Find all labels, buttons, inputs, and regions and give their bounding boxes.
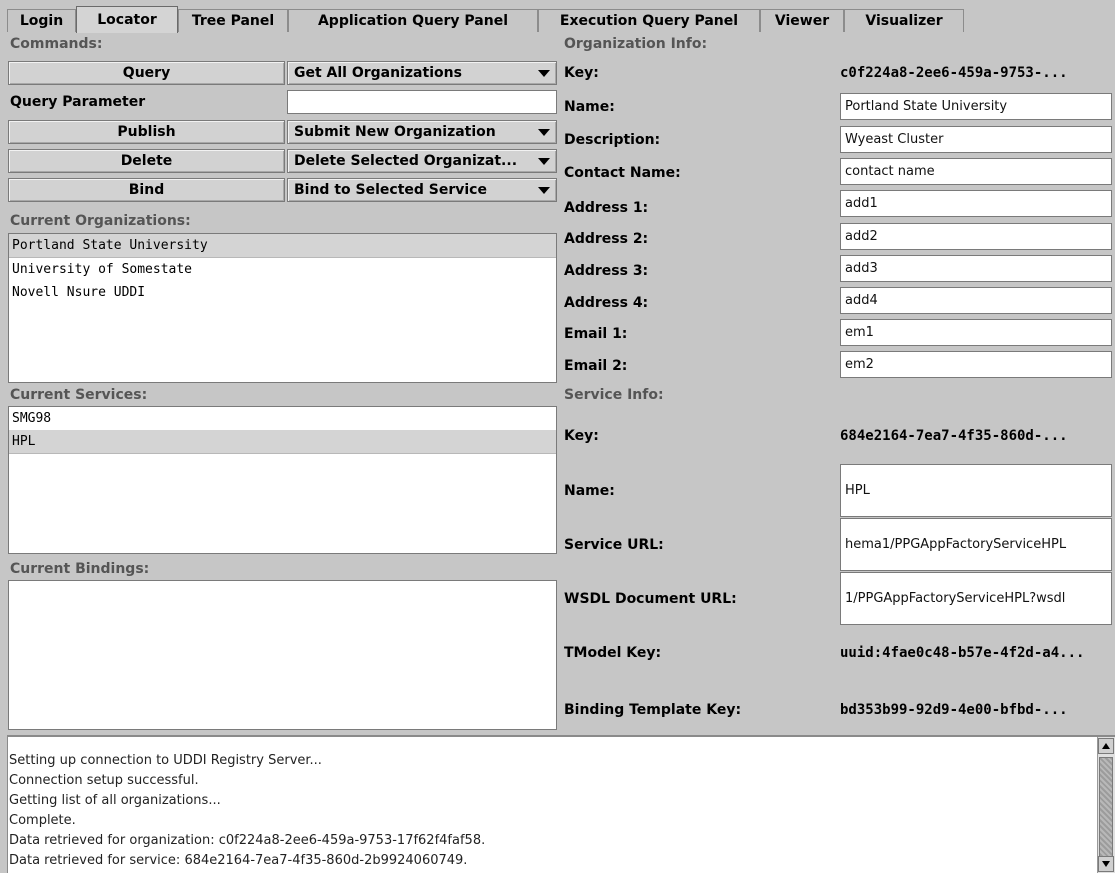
bind-select-value: Bind to Selected Service: [294, 182, 487, 198]
services-list[interactable]: SMG98 HPL: [8, 406, 557, 554]
binding-template-key-value: bd353b99-92d9-4e00-bfbd-...: [840, 701, 1068, 718]
tab-login[interactable]: Login: [7, 9, 76, 32]
log-line: Connection setup successful.: [9, 773, 199, 788]
org-address2-label: Address 2:: [564, 230, 649, 247]
log-area[interactable]: Setting up connection to UDDI Registry S…: [7, 735, 1115, 873]
query-select[interactable]: Get All Organizations: [287, 61, 557, 85]
log-line: Setting up connection to UDDI Registry S…: [9, 753, 322, 768]
publish-select[interactable]: Submit New Organization: [287, 120, 557, 144]
chevron-down-icon: [538, 158, 550, 165]
delete-select[interactable]: Delete Selected Organizat...: [287, 149, 557, 173]
tab-viewer[interactable]: Viewer: [760, 9, 844, 32]
bind-select[interactable]: Bind to Selected Service: [287, 178, 557, 202]
tab-application-query-panel[interactable]: Application Query Panel: [288, 9, 538, 32]
org-address4-label: Address 4:: [564, 294, 649, 311]
org-email1-input[interactable]: em1: [840, 319, 1112, 346]
tab-visualizer[interactable]: Visualizer: [844, 9, 964, 32]
list-item[interactable]: Portland State University: [9, 234, 556, 258]
org-address3-input[interactable]: add3: [840, 255, 1112, 282]
organization-info-label: Organization Info:: [564, 36, 708, 52]
bind-button[interactable]: Bind: [8, 178, 285, 202]
bindings-list[interactable]: [8, 580, 557, 730]
org-address1-label: Address 1:: [564, 199, 649, 216]
current-services-label: Current Services:: [10, 387, 148, 403]
service-name-input[interactable]: HPL: [840, 464, 1112, 517]
service-key-label: Key:: [564, 427, 599, 444]
current-bindings-label: Current Bindings:: [10, 561, 150, 577]
wsdl-url-label: WSDL Document URL:: [564, 590, 737, 607]
org-description-input[interactable]: Wyeast Cluster: [840, 126, 1112, 153]
org-key-value: c0f224a8-2ee6-459a-9753-...: [840, 64, 1068, 81]
org-name-input[interactable]: Portland State University: [840, 93, 1112, 120]
list-item[interactable]: University of Somestate: [9, 258, 556, 281]
tab-execution-query-panel[interactable]: Execution Query Panel: [538, 9, 760, 32]
org-description-label: Description:: [564, 131, 661, 148]
org-key-label: Key:: [564, 64, 599, 81]
commands-label: Commands:: [10, 36, 103, 52]
query-parameter-input[interactable]: [287, 90, 557, 114]
service-key-value: 684e2164-7ea7-4f35-860d-...: [840, 427, 1068, 444]
org-name-label: Name:: [564, 98, 615, 115]
delete-button[interactable]: Delete: [8, 149, 285, 173]
log-scrollbar[interactable]: [1097, 737, 1115, 873]
query-button[interactable]: Query: [8, 61, 285, 85]
log-line: Complete.: [9, 813, 76, 828]
publish-button[interactable]: Publish: [8, 120, 285, 144]
tmodel-key-value: uuid:4fae0c48-b57e-4f2d-a4...: [840, 644, 1085, 661]
chevron-down-icon: [538, 187, 550, 194]
scrollbar-thumb[interactable]: [1099, 757, 1113, 865]
chevron-down-icon: [538, 70, 550, 77]
log-line: Data retrieved for service: 684e2164-7ea…: [9, 853, 468, 868]
current-organizations-label: Current Organizations:: [10, 213, 191, 229]
scroll-down-icon[interactable]: [1098, 856, 1114, 872]
org-address2-input[interactable]: add2: [840, 223, 1112, 250]
tab-bar: Login Locator Tree Panel Application Que…: [0, 0, 1115, 33]
tab-locator[interactable]: Locator: [76, 6, 178, 33]
org-address4-input[interactable]: add4: [840, 287, 1112, 314]
delete-select-value: Delete Selected Organizat...: [294, 153, 518, 169]
list-item[interactable]: Novell Nsure UDDI: [9, 281, 556, 304]
tab-tree-panel[interactable]: Tree Panel: [178, 9, 288, 32]
scroll-up-icon[interactable]: [1098, 738, 1114, 754]
query-select-value: Get All Organizations: [294, 65, 462, 81]
list-item[interactable]: HPL: [9, 430, 556, 454]
service-info-label: Service Info:: [564, 387, 664, 403]
query-parameter-label: Query Parameter: [10, 94, 146, 110]
publish-select-value: Submit New Organization: [294, 124, 496, 140]
service-url-label: Service URL:: [564, 536, 664, 553]
org-email2-label: Email 2:: [564, 357, 628, 374]
log-line: Getting list of all organizations...: [9, 793, 221, 808]
org-email1-label: Email 1:: [564, 325, 628, 342]
org-address1-input[interactable]: add1: [840, 190, 1112, 217]
list-item[interactable]: SMG98: [9, 407, 556, 430]
org-contact-label: Contact Name:: [564, 164, 681, 181]
binding-template-key-label: Binding Template Key:: [564, 701, 742, 718]
org-address3-label: Address 3:: [564, 262, 649, 279]
chevron-down-icon: [538, 129, 550, 136]
log-line: Data retrieved for organization: c0f224a…: [9, 833, 486, 848]
tmodel-key-label: TModel Key:: [564, 644, 662, 661]
organizations-list[interactable]: Portland State University University of …: [8, 233, 557, 383]
service-name-label: Name:: [564, 482, 615, 499]
wsdl-url-input[interactable]: 1/PPGAppFactoryServiceHPL?wsdl: [840, 572, 1112, 625]
org-email2-input[interactable]: em2: [840, 351, 1112, 378]
org-contact-input[interactable]: contact name: [840, 158, 1112, 185]
service-url-input[interactable]: hema1/PPGAppFactoryServiceHPL: [840, 518, 1112, 571]
